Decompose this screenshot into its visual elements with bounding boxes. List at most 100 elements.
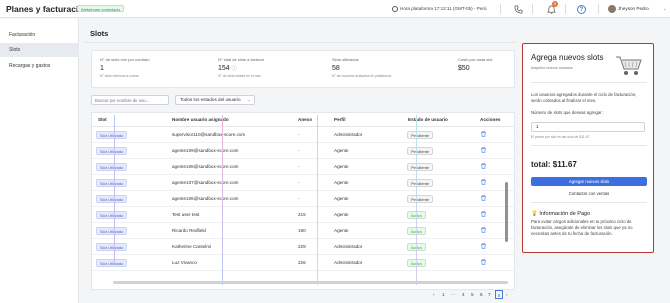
status-filter-label: Todos los estados del usuario <box>180 97 241 102</box>
pagination-page-8-current[interactable]: 8 <box>495 290 503 299</box>
divider <box>531 202 647 203</box>
add-slots-button[interactable]: Agregar nuevos slots <box>531 177 647 186</box>
pagination-prev[interactable]: ‹ <box>433 290 435 299</box>
pagination-page-6[interactable]: 6 <box>480 290 483 299</box>
slot-status-tag: Slot Utilizado <box>96 178 128 187</box>
cell-annex: - <box>298 196 300 201</box>
slot-status-tag: Slot Utilizado <box>96 258 128 267</box>
cell-profile: Agente <box>334 180 349 185</box>
divider <box>531 145 647 146</box>
cell-user: agente107@sandbox-score.com <box>172 180 239 185</box>
cell-user: agente108@sandbox-score.com <box>172 164 239 169</box>
divider <box>565 4 566 14</box>
cell-profile: Administrador <box>334 244 363 249</box>
divider <box>598 4 599 14</box>
user-status-badge: Pendiente <box>407 178 434 187</box>
trash-icon[interactable] <box>481 163 486 169</box>
trash-icon[interactable] <box>481 211 486 217</box>
column-header-slot: Slot <box>98 117 107 122</box>
cell-user: agente109@sandbox-score.com <box>172 148 239 153</box>
divider <box>531 82 647 83</box>
stat-value: $50 <box>458 65 470 72</box>
slot-status-tag: Slot Utilizado <box>96 226 128 235</box>
payment-info-title-text: Información de Pago <box>539 211 591 217</box>
stat-sub: N° de usuarios activados en plataforma <box>332 74 392 78</box>
stat-label: N° total de slots a facturar <box>218 57 265 62</box>
page-title: Slots <box>90 29 109 38</box>
pagination-next[interactable]: › <box>506 290 508 299</box>
trash-icon[interactable] <box>481 131 486 137</box>
table-row: Slot Utilizado agente109@sandbox-score.co… <box>92 143 514 159</box>
column-header-user: Nombre usuario asignado <box>172 117 229 122</box>
divider <box>500 4 501 14</box>
horizontal-scrollbar[interactable] <box>113 281 508 284</box>
user-status-badge: Pendiente <box>407 194 434 203</box>
cell-profile: Agente <box>334 212 349 217</box>
overlay-guide-line <box>114 115 115 265</box>
cell-user: Luz Vivanco <box>172 260 197 265</box>
pagination-page-5[interactable]: 5 <box>471 290 474 299</box>
table-row: Slot Utilizado agente107@sandbox-score.co… <box>92 175 514 191</box>
avatar[interactable] <box>608 5 616 13</box>
trash-icon[interactable] <box>481 195 486 201</box>
trash-icon[interactable] <box>481 227 486 233</box>
panel-title: Agrega nuevos slots <box>531 53 604 62</box>
contact-sales-button[interactable]: Contactar con ventas <box>531 189 647 198</box>
slot-status-tag: Slot Utilizado <box>96 130 128 139</box>
qty-hint: El precio por slot es tan solo de $11.67 <box>531 135 590 139</box>
phone-icon[interactable] <box>512 3 524 15</box>
pagination-page-1[interactable]: 1 <box>442 290 445 299</box>
slots-table: Slot Nombre usuario asignado Anexo Perfi… <box>91 112 515 290</box>
trash-icon[interactable] <box>481 259 486 265</box>
slots-quantity-input[interactable]: 1 <box>531 122 645 132</box>
trash-icon[interactable] <box>481 147 486 153</box>
stat-value: 58 <box>332 65 340 72</box>
sidebar-item-slots[interactable]: Slots <box>0 43 79 57</box>
divider <box>84 42 516 43</box>
cell-user: Test user test <box>172 212 200 217</box>
top-bar: Planes y facturación Webphone conectado … <box>0 0 670 18</box>
stat-value: 1 <box>100 65 104 72</box>
sidebar-item-recargas[interactable]: Recargas y gastos <box>0 59 79 73</box>
slot-status-tag: Slot Utilizado <box>96 162 128 171</box>
platform-time: Hora plataforma 17:12:11 (GMT-05) - Perú <box>400 5 487 11</box>
stat-sub: N° de slots totales en el mes <box>218 74 262 78</box>
cell-annex: - <box>298 148 300 153</box>
trash-icon[interactable] <box>481 179 486 185</box>
table-row: Slot Utilizado agente108@sandbox-score.co… <box>92 159 514 175</box>
stat-label: Costo por cada slot <box>458 57 493 62</box>
table-row: Slot Utilizado agente106@sandbox-score.co… <box>92 191 514 207</box>
cell-annex: 190 <box>298 228 306 233</box>
overlay-guide-line <box>222 115 223 285</box>
pagination-ellipsis[interactable]: ··· <box>451 290 456 299</box>
status-filter-select[interactable]: Todos los estados del usuario ⌄ <box>175 95 255 105</box>
stat-label: Slots utilizados <box>332 57 359 62</box>
info-icon[interactable]: ⓘ <box>232 66 237 72</box>
user-name[interactable]: Jheyson Pedro <box>618 6 649 11</box>
vertical-scrollbar[interactable] <box>505 182 508 242</box>
overlay-guide-line <box>317 115 318 285</box>
stat-cost-per-slot: Costo por cada slot $50 <box>458 57 492 72</box>
stat-value-text: 154 <box>218 65 230 72</box>
cell-profile: Agente <box>334 228 349 233</box>
cell-annex: - <box>298 132 300 137</box>
pagination-page-7[interactable]: 7 <box>488 290 491 299</box>
sidebar: Facturación Slots Recargas y gastos <box>0 19 79 303</box>
help-icon[interactable]: ? <box>577 5 586 14</box>
stats-card: N° de slots mín por contrato 1 N° slots … <box>91 50 515 88</box>
trash-icon[interactable] <box>481 243 486 249</box>
search-input[interactable] <box>91 95 169 105</box>
payment-info-title: 💡 Información de Pago <box>531 211 590 217</box>
table-row: Slot UtilizadoTest user test215AgenteAct… <box>92 207 514 223</box>
user-status-badge: Pendiente <box>407 130 434 139</box>
slot-status-tag: Slot Utilizado <box>96 210 128 219</box>
panel-subtitle: Adquiere nuevos usuarios <box>531 66 573 70</box>
sidebar-item-facturacion[interactable]: Facturación <box>0 28 79 42</box>
chevron-down-icon: ⌄ <box>247 97 251 102</box>
column-header-annex: Anexo <box>298 117 313 122</box>
pagination-page-4[interactable]: 4 <box>462 290 465 299</box>
chevron-down-icon[interactable]: ⌄ <box>663 6 666 11</box>
add-slots-panel: Agrega nuevos slots Adquiere nuevos usua… <box>522 43 654 253</box>
cell-user: Ricardo Redfield <box>172 228 206 233</box>
cell-annex: 215 <box>298 212 306 217</box>
